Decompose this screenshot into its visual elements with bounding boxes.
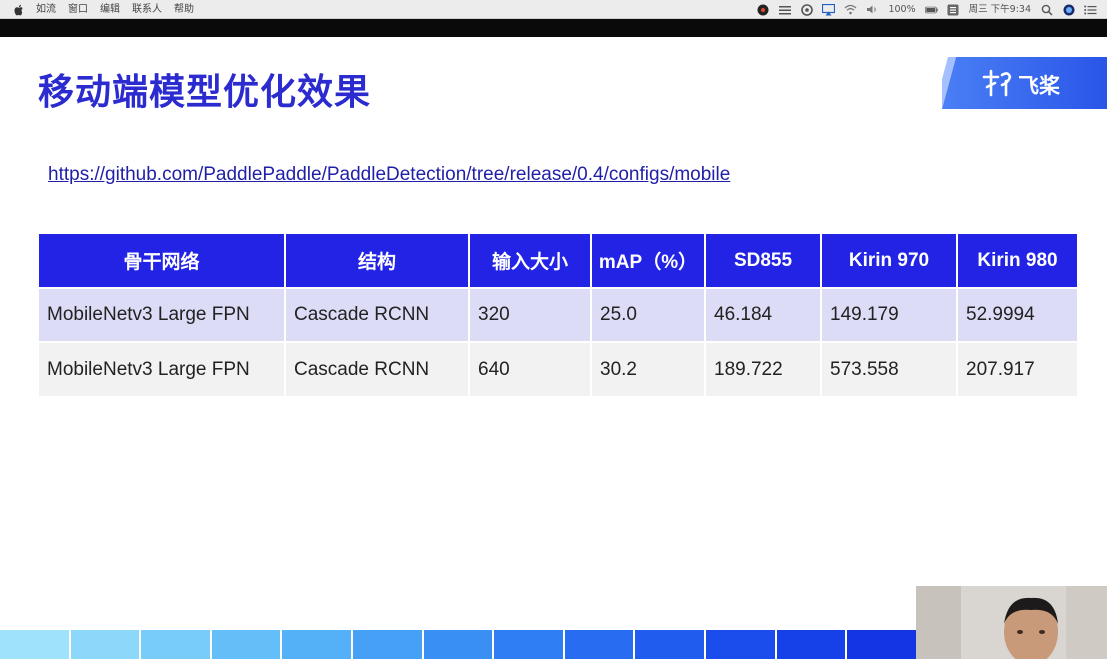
paddlepaddle-logo: 飞桨 <box>942 57 1107 109</box>
column-header-kirin970: Kirin 970 <box>821 234 958 288</box>
footer-segment <box>776 630 846 659</box>
cell-kirin980: 52.9994 <box>957 287 1077 342</box>
volume-icon[interactable] <box>866 4 879 16</box>
search-icon[interactable] <box>1040 4 1053 16</box>
footer-segment <box>635 630 705 659</box>
footer-segment <box>353 630 422 659</box>
column-header-input-size: 输入大小 <box>469 234 592 288</box>
column-header-backbone: 骨干网络 <box>39 234 286 288</box>
webcam-overlay[interactable] <box>916 586 1107 659</box>
menu-lines-icon[interactable] <box>778 4 791 16</box>
footer-segment <box>564 630 634 659</box>
footer-segment <box>282 630 352 659</box>
table-header-row: 骨干网络 结构 输入大小 mAP（%） SD855 Kirin 970 Kiri… <box>39 234 1077 288</box>
menu-item-help[interactable]: 帮助 <box>174 0 194 19</box>
footer-segment <box>211 630 281 659</box>
column-header-sd855: SD855 <box>705 234 822 288</box>
cell-backbone: MobileNetv3 Large FPN <box>39 341 286 396</box>
cell-architecture: Cascade RCNN <box>285 341 470 396</box>
column-header-kirin980: Kirin 980 <box>957 234 1077 288</box>
footer-segment <box>141 630 210 659</box>
cell-sd855: 46.184 <box>705 287 822 342</box>
battery-percent: 100% <box>888 4 916 15</box>
footer-segment <box>706 630 775 659</box>
cell-map: 25.0 <box>591 287 706 342</box>
footer-segment <box>423 630 493 659</box>
presenter-video <box>916 586 1107 659</box>
apple-icon[interactable] <box>14 4 24 16</box>
footer-segment <box>847 630 916 659</box>
column-header-map: mAP（%） <box>591 234 706 288</box>
cell-kirin970: 573.558 <box>821 341 958 396</box>
wifi-icon[interactable] <box>844 4 857 16</box>
cell-backbone: MobileNetv3 Large FPN <box>39 287 286 342</box>
cell-input-size: 320 <box>469 287 592 342</box>
notification-center-icon[interactable] <box>1084 4 1097 16</box>
clock[interactable]: 周三 下午9:34 <box>969 0 1031 19</box>
benchmark-table: 骨干网络 结构 输入大小 mAP（%） SD855 Kirin 970 Kiri… <box>39 234 1077 396</box>
cell-architecture: Cascade RCNN <box>285 287 470 342</box>
menu-bar: 如流 窗口 编辑 联系人 帮助 100% 周三 下午9:34 <box>0 0 1107 19</box>
cell-kirin980: 207.917 <box>957 341 1077 396</box>
battery-icon[interactable] <box>924 4 938 16</box>
cell-map: 30.2 <box>591 341 706 396</box>
slide-title: 移动端模型优化效果 <box>38 72 372 113</box>
footer-segment <box>70 630 140 659</box>
window-top-bar <box>0 19 1107 37</box>
menu-item-window[interactable]: 窗口 <box>68 0 88 19</box>
table-row: MobileNetv3 Large FPN Cascade RCNN 640 3… <box>39 341 1077 396</box>
column-header-architecture: 结构 <box>285 234 470 288</box>
menu-bar-left: 如流 窗口 编辑 联系人 帮助 <box>14 0 194 19</box>
cell-input-size: 640 <box>469 341 592 396</box>
footer-decoration <box>0 630 916 659</box>
table-row: MobileNetv3 Large FPN Cascade RCNN 320 2… <box>39 287 1077 342</box>
menu-item-contacts[interactable]: 联系人 <box>132 0 162 19</box>
app-status-icon[interactable] <box>756 4 769 16</box>
menu-item-edit[interactable]: 编辑 <box>100 0 120 19</box>
github-link[interactable]: https://github.com/PaddlePaddle/PaddleDe… <box>48 164 730 186</box>
siri-icon[interactable] <box>1062 4 1075 16</box>
footer-segment <box>0 630 69 659</box>
presentation-slide: 移动端模型优化效果 飞桨 https://github.com/PaddlePa… <box>0 37 1107 659</box>
menu-bar-tray: 100% 周三 下午9:34 <box>756 0 1097 19</box>
logo-text: 飞桨 <box>1018 74 1061 98</box>
cell-kirin970: 149.179 <box>821 287 958 342</box>
airplay-icon[interactable] <box>822 3 836 16</box>
input-method-icon[interactable] <box>947 4 960 16</box>
settings-icon[interactable] <box>800 3 813 16</box>
footer-segment <box>494 630 563 659</box>
menu-item-app[interactable]: 如流 <box>36 0 56 19</box>
cell-sd855: 189.722 <box>705 341 822 396</box>
